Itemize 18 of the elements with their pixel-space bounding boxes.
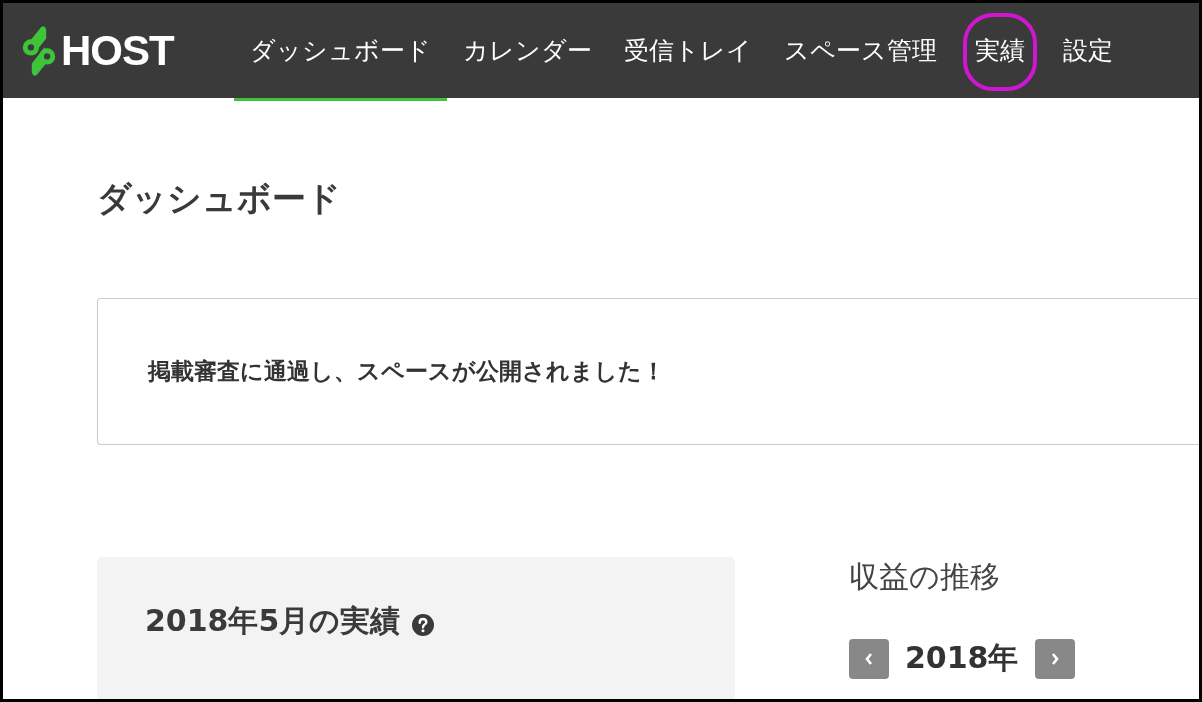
page-title: ダッシュボード <box>97 177 342 220</box>
section-title: 収益の推移 <box>849 558 1001 596</box>
chevron-left-icon <box>864 651 874 666</box>
brand-name: HOST <box>61 26 174 75</box>
nav-tab[interactable]: 受信トレイ <box>608 3 768 101</box>
year-label: 2018年 <box>905 639 1019 677</box>
notice-text: 掲載審査に通過し、スペースが公開されました！ <box>148 357 665 386</box>
logo-icon <box>21 23 57 78</box>
nav-tab[interactable]: 実績 <box>953 3 1047 101</box>
chevron-right-icon <box>1049 651 1060 666</box>
card-title: 2018年5月の実績 <box>145 602 401 640</box>
nav-tab[interactable]: カレンダー <box>447 3 608 101</box>
nav-tab[interactable]: スペース管理 <box>768 3 953 101</box>
previous-year-button[interactable] <box>849 638 889 679</box>
next-year-button[interactable] <box>1034 638 1075 679</box>
nav-tab[interactable]: 設定 <box>1047 3 1129 101</box>
nav-tab[interactable]: ダッシュボード <box>234 3 447 101</box>
help-icon[interactable] <box>412 613 435 636</box>
